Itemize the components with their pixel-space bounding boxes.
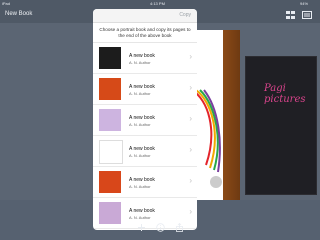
book-cover-thumbnail [99, 78, 121, 100]
book-list-item[interactable]: A new book A. N. Author › [93, 167, 197, 198]
chevron-right-icon: › [189, 176, 192, 185]
chevron-right-icon: › [189, 114, 192, 123]
device-label: iPad [2, 1, 11, 6]
book-title: Pagi pictures [264, 83, 306, 105]
book-title: A new book [129, 177, 155, 183]
time-label: 4:13 PM [150, 1, 165, 6]
book-author: A. N. Author [129, 184, 151, 189]
chevron-right-icon: › [189, 52, 192, 61]
copy-pages-popover: Copy Choose a portrait book and copy its… [93, 9, 197, 230]
book-title: A new book [129, 208, 155, 214]
book-list-item[interactable]: A new book A. N. Author › [93, 105, 197, 136]
book-list-item[interactable]: A new book A. N. Author › [93, 136, 197, 167]
chevron-right-icon: › [189, 207, 192, 216]
book-cover-thumbnail [99, 47, 121, 69]
book-list-item[interactable]: A new book A. N. Author › [93, 43, 197, 74]
share-icon[interactable] [175, 223, 184, 232]
book-title: A new book [129, 115, 155, 121]
book-author: A. N. Author [129, 60, 151, 65]
book-author: A. N. Author [129, 215, 151, 220]
book-cover-thumbnail [99, 202, 121, 224]
book-author: A. N. Author [129, 153, 151, 158]
book-author: A. N. Author [129, 91, 151, 96]
book-spine[interactable] [223, 30, 240, 200]
chevron-right-icon: › [189, 145, 192, 154]
battery-label: 94% [300, 1, 309, 6]
settings-icon[interactable] [302, 11, 312, 19]
book-cover-thumbnail [99, 171, 121, 193]
book-title: A new book [129, 146, 155, 152]
book-author: A. N. Author [129, 122, 151, 127]
add-icon[interactable] [137, 223, 146, 232]
book-list: A new book A. N. Author › A new book A. N. A… [93, 43, 197, 229]
chevron-right-icon: › [189, 83, 192, 92]
popover-header: Copy [93, 9, 197, 23]
book-cover-thumbnail [99, 140, 123, 164]
instructions-text: Choose a portrait book and copy its page… [93, 23, 197, 43]
status-bar: iPad 4:13 PM 94% [0, 0, 320, 7]
book-title: A new book [129, 84, 155, 90]
page-title: New Book [5, 11, 33, 17]
pagi-pictures-book[interactable]: Pagi pictures [245, 56, 317, 195]
copy-button[interactable]: Copy [179, 12, 191, 18]
book-list-item[interactable]: A new book A. N. Author › [93, 74, 197, 105]
grid-icon[interactable] [286, 11, 295, 19]
info-icon[interactable] [156, 223, 165, 232]
book-title: A new book [129, 53, 155, 59]
book-cover-thumbnail [99, 109, 121, 131]
